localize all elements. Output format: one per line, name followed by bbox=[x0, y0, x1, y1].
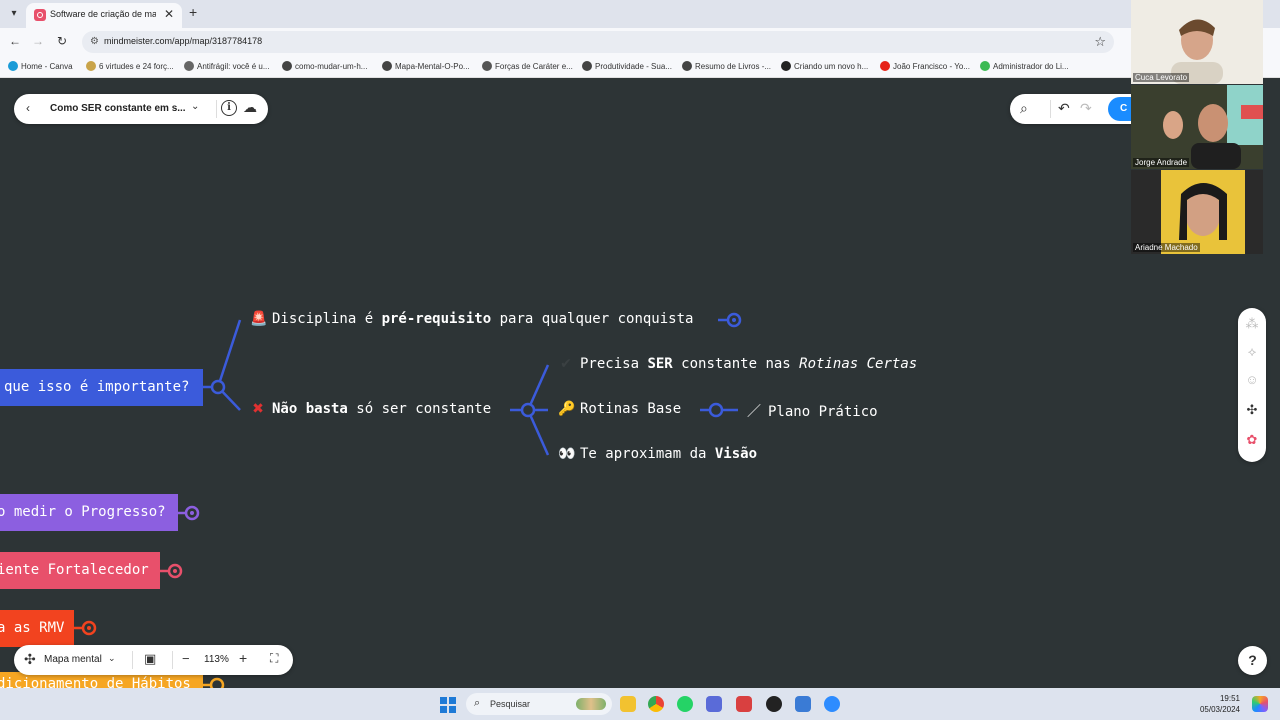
branch-node-environment[interactable]: iente Fortalecedor bbox=[0, 552, 160, 589]
node-text-bold: Visão bbox=[714, 446, 758, 462]
node-text-part: Precisa bbox=[580, 356, 648, 372]
layout-selector[interactable]: Mapa mental bbox=[44, 654, 102, 665]
node-disciplina[interactable]: 🚨 Disciplina é pré-requisito para qualque… bbox=[250, 311, 693, 327]
zoom-level: 113% bbox=[204, 654, 229, 665]
key-icon: 🔑 bbox=[558, 401, 576, 417]
connect-icon[interactable]: ⟡ bbox=[1238, 344, 1266, 360]
zoom-app-icon[interactable] bbox=[824, 696, 840, 712]
file-explorer-icon[interactable] bbox=[620, 696, 636, 712]
copilot-icon[interactable] bbox=[1252, 696, 1268, 712]
zoom-out-button[interactable]: − bbox=[182, 651, 190, 666]
app-icon[interactable] bbox=[736, 696, 752, 712]
search-icon: ⌕ bbox=[474, 697, 481, 709]
layout-icon[interactable]: ✣ bbox=[1238, 402, 1266, 418]
windows-taskbar: ⌕ Pesquisar 19:51 05/03/2024 bbox=[0, 688, 1280, 720]
connector-line bbox=[526, 409, 550, 456]
node-plano-pratico[interactable]: ／ Plano Prático bbox=[746, 401, 878, 421]
collapse-toggle bbox=[708, 402, 724, 418]
map-bottom-toolbar: ✣ Mapa mental ⌄ ▣ − 113% + ⛶ bbox=[14, 645, 293, 675]
branch-label: o medir o Progresso? bbox=[0, 504, 166, 520]
connector-line bbox=[216, 319, 242, 388]
collapse-toggle bbox=[732, 318, 736, 322]
node-text-part: Te aproximam da bbox=[580, 446, 715, 462]
node-text-bold: SER bbox=[647, 356, 673, 372]
connector-line bbox=[526, 364, 550, 411]
node-text-part: Plano Prático bbox=[768, 404, 878, 420]
search-highlight-icon bbox=[576, 698, 606, 710]
emoji-icon[interactable]: ☺ bbox=[1238, 372, 1266, 387]
mind-map-layout-icon[interactable]: ✣ bbox=[24, 651, 36, 668]
branch-node-progress[interactable]: o medir o Progresso? bbox=[0, 494, 178, 531]
red-x-icon: ✖ bbox=[252, 401, 264, 417]
node-text-part: só ser constante bbox=[347, 401, 492, 417]
notepad-icon[interactable] bbox=[706, 696, 722, 712]
branch-junction bbox=[210, 379, 226, 395]
collapse-toggle bbox=[190, 511, 194, 515]
node-nao-basta[interactable]: ✖ Não basta só ser constante bbox=[250, 401, 491, 417]
fit-screen-icon[interactable]: ⛶ bbox=[270, 651, 278, 666]
node-text-part: para qualquer conquista bbox=[491, 311, 694, 327]
collapse-toggle bbox=[173, 569, 177, 573]
whatsapp-icon[interactable] bbox=[677, 696, 693, 712]
node-text-part: constante nas bbox=[672, 356, 800, 372]
taskbar-search[interactable]: ⌕ Pesquisar bbox=[466, 693, 612, 715]
branch-node-why-important[interactable]: que isso é importante? bbox=[0, 369, 203, 406]
branch-label: iente Fortalecedor bbox=[0, 562, 149, 578]
divider bbox=[132, 651, 133, 669]
presentation-icon[interactable]: ▣ bbox=[144, 651, 156, 667]
node-text-part: Disciplina é bbox=[272, 311, 382, 327]
chrome-icon[interactable] bbox=[648, 696, 664, 712]
help-button[interactable]: ? bbox=[1238, 646, 1267, 675]
siren-icon: 🚨 bbox=[250, 311, 268, 327]
taskbar-search-label: Pesquisar bbox=[490, 699, 531, 709]
node-text-bold: Não basta bbox=[272, 401, 348, 417]
checkmark-icon: ✔ bbox=[560, 356, 572, 372]
branch-junction bbox=[520, 402, 536, 418]
node-text-italic: Rotinas Certas bbox=[799, 356, 918, 372]
branch-label: dicionamento de Hábitos bbox=[0, 676, 191, 688]
add-topic-icon[interactable]: ⁂ bbox=[1238, 316, 1266, 332]
node-rotinas-base[interactable]: 🔑 Rotinas Base bbox=[558, 401, 681, 417]
pencil-icon: ／ bbox=[747, 404, 761, 420]
node-precisa-ser[interactable]: ✔ Precisa SER constante nas Rotinas Certa… bbox=[558, 356, 917, 372]
clock-time: 19:51 bbox=[1219, 694, 1240, 703]
app-icon[interactable] bbox=[766, 696, 782, 712]
app-icon[interactable] bbox=[795, 696, 811, 712]
system-clock[interactable]: 19:51 05/03/2024 bbox=[1190, 693, 1240, 715]
side-tools-panel: ⁂ ⟡ ☺ ✣ ✿ bbox=[1238, 308, 1266, 462]
chevron-down-icon[interactable]: ⌄ bbox=[108, 653, 116, 664]
windows-start-icon[interactable] bbox=[440, 697, 456, 713]
clock-date: 05/03/2024 bbox=[1199, 705, 1240, 714]
collapse-toggle bbox=[87, 626, 91, 630]
node-visao[interactable]: 👀 Te aproximam da Visão bbox=[558, 446, 757, 462]
branch-label: a as RMV bbox=[0, 620, 65, 636]
node-text-bold: pré-requisito bbox=[381, 311, 492, 327]
divider bbox=[172, 651, 173, 669]
zoom-in-button[interactable]: + bbox=[239, 650, 247, 666]
node-text-part: Rotinas Base bbox=[580, 401, 682, 417]
color-palette-icon[interactable]: ✿ bbox=[1238, 432, 1266, 448]
branch-node-rmv[interactable]: a as RMV bbox=[0, 610, 74, 647]
branch-label: que isso é importante? bbox=[4, 379, 190, 395]
eyes-icon: 👀 bbox=[558, 446, 576, 462]
